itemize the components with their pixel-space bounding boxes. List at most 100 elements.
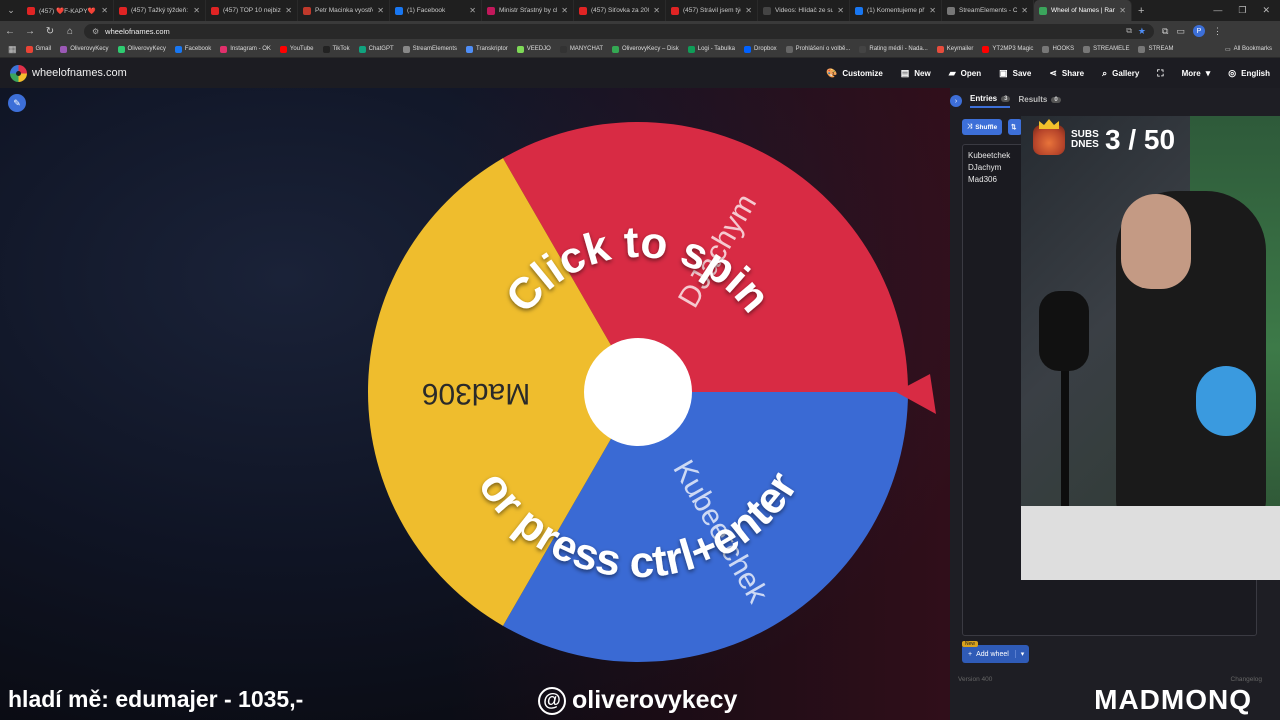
menu-item-fullscreen[interactable]: ⛶ <box>1157 68 1163 79</box>
translate-icon[interactable]: ⧉ <box>1126 26 1132 36</box>
bookmark-item[interactable]: OliverovyKecy <box>117 45 166 53</box>
browser-menu-icon[interactable]: ⋮ <box>1213 26 1222 37</box>
menu-item-more[interactable]: More ▾ <box>1182 68 1211 79</box>
tab-close-icon[interactable]: ✕ <box>837 6 844 15</box>
tab-close-icon[interactable]: ✕ <box>1021 6 1028 15</box>
edit-pencil-button[interactable]: ✎ <box>8 94 26 112</box>
bookmark-favicon <box>220 45 228 53</box>
bookmark-item[interactable]: MANYCHAT <box>559 45 603 53</box>
bookmark-label: HOOKS <box>1052 46 1075 52</box>
browser-tab[interactable]: StreamElements - Cust✕ <box>942 0 1034 21</box>
bookmark-item[interactable]: VEEDJO <box>516 45 551 53</box>
sidebar-icon[interactable]: ▭ <box>1176 26 1185 37</box>
site-title[interactable]: wheelofnames.com <box>32 67 127 79</box>
bookmark-item[interactable]: OliverovyKecy <box>60 45 109 53</box>
tab-favicon <box>487 6 495 15</box>
browser-tab[interactable]: (457) TOP 10 nejbizarn ✕ <box>206 0 298 21</box>
chevron-down-icon[interactable]: ▾ <box>1014 650 1030 658</box>
bookmark-item[interactable]: YT2MP3 Magic <box>982 45 1033 53</box>
close-window-icon[interactable]: ✕ <box>1262 5 1270 16</box>
browser-tab-strip: ⌄ (457) ❤️F-KAPY❤️✕(457) Ťažký týždeň: G… <box>0 0 1280 21</box>
reload-icon[interactable]: ↻ <box>44 26 56 37</box>
bookmark-item[interactable]: StreamElements <box>402 45 457 53</box>
tab-favicon <box>1039 6 1047 15</box>
add-wheel-label: Add wheel <box>976 650 1009 658</box>
tab-search-icon[interactable]: ⌄ <box>0 0 22 21</box>
browser-tab[interactable]: (457) Šiťovka za 200€ ✕ <box>574 0 666 21</box>
bookmark-item[interactable]: ChatGPT <box>358 45 394 53</box>
tab-close-icon[interactable]: ✕ <box>101 6 108 15</box>
add-wheel-button[interactable]: + Add wheel ▾ <box>962 645 1030 663</box>
collapse-panel-icon[interactable]: › <box>950 95 962 107</box>
site-info-icon[interactable]: ⚙ <box>92 27 99 36</box>
new-tab-button[interactable]: + <box>1132 5 1150 17</box>
forward-icon[interactable]: → <box>24 26 36 37</box>
new-file-icon: ▤ <box>900 67 910 78</box>
browser-tab[interactable]: (1) Facebook ✕ <box>390 0 482 21</box>
tab-close-icon[interactable]: ✕ <box>469 6 476 15</box>
browser-tab[interactable]: Petr Macinka vyostřen ✕ <box>298 0 390 21</box>
browser-tab[interactable]: (457) Ťažký týždeň: Gu ✕ <box>114 0 206 21</box>
tab-close-icon[interactable]: ✕ <box>285 6 292 15</box>
browser-tab[interactable]: Videos: Hlídač ze super ✕ <box>758 0 850 21</box>
bookmark-item[interactable]: Keymailer <box>936 45 973 53</box>
browser-tab[interactable]: Wheel of Names | Ran ✕ <box>1034 0 1132 21</box>
wheel-center-hub[interactable] <box>584 338 692 446</box>
bookmark-item[interactable]: YouTube <box>279 45 314 53</box>
bookmark-item[interactable]: Prohlášení o volbě... <box>785 45 851 53</box>
sort-button[interactable]: ⇅ <box>1008 119 1022 135</box>
bookmark-item[interactable]: OliverovyKecy – Disk <box>612 45 679 53</box>
minimize-icon[interactable]: — <box>1213 5 1222 16</box>
bookmark-label: TikTok <box>332 46 350 52</box>
bookmark-item[interactable]: Gmail <box>25 45 51 53</box>
browser-tab[interactable]: (1) Komentujeme příšo ✕ <box>850 0 942 21</box>
tab-close-icon[interactable]: ✕ <box>377 6 384 15</box>
browser-tab[interactable]: (457) ❤️F-KAPY❤️ ✕ <box>22 0 114 21</box>
tab-results[interactable]: Results 0 <box>1018 95 1061 107</box>
bookmark-item[interactable]: Dropbox <box>743 45 777 53</box>
menu-item-share[interactable]: ⋖ Share <box>1049 68 1084 79</box>
tab-close-icon[interactable]: ✕ <box>193 6 200 15</box>
menu-item-open[interactable]: ▰ Open <box>949 68 981 79</box>
tab-entries[interactable]: Entries 3 <box>970 94 1011 108</box>
bookmark-item[interactable]: Instagram - OK <box>220 45 271 53</box>
menu-item-save[interactable]: ▣ Save <box>999 68 1031 79</box>
tab-close-icon[interactable]: ✕ <box>653 6 660 15</box>
bookmark-label: Prohlášení o volbě... <box>795 46 851 52</box>
browser-tab[interactable]: Ministr Šťastný by chtě ✕ <box>482 0 574 21</box>
bookmark-item[interactable]: STREAM <box>1138 45 1173 53</box>
maximize-icon[interactable]: ❐ <box>1238 5 1246 16</box>
bookmark-favicon <box>174 45 182 53</box>
bookmark-item[interactable]: Transkriptor <box>466 45 508 53</box>
apps-grid-icon[interactable]: ▦ <box>8 44 17 55</box>
bookmark-star-icon[interactable]: ★ <box>1138 26 1146 37</box>
bookmark-item[interactable]: HOOKS <box>1042 45 1075 53</box>
menu-item-gallery[interactable]: ⌕ Gallery <box>1102 68 1139 79</box>
bookmark-item[interactable]: Rating médií - Nada... <box>859 45 928 53</box>
tab-title: (457) Strávil jsem týde <box>683 7 742 14</box>
menu-item-english[interactable]: ◎ English <box>1228 68 1270 79</box>
all-bookmarks-button[interactable]: ▭ All Bookmarks <box>1225 46 1272 53</box>
home-icon[interactable]: ⌂ <box>64 26 76 37</box>
tab-favicon <box>855 6 863 15</box>
bookmark-item[interactable]: TikTok <box>322 45 350 53</box>
menu-item-new[interactable]: ▤ New <box>901 68 931 79</box>
add-wheel-main[interactable]: + Add wheel <box>962 651 1015 658</box>
wheel-logo-icon[interactable] <box>10 64 27 82</box>
tab-close-icon[interactable]: ✕ <box>1119 6 1126 15</box>
globe-icon: ◎ <box>1228 67 1237 78</box>
extensions-icon[interactable]: ⧉ <box>1162 26 1168 37</box>
address-bar[interactable]: ⚙ wheelofnames.com ⧉ ★ <box>84 23 1154 39</box>
wheel-canvas[interactable]: DJachymKubeetchekMad306Click to spinor p… <box>0 88 950 720</box>
menu-item-customize[interactable]: 🎨 Customize <box>826 68 883 79</box>
bookmark-item[interactable]: Logi - Tabulka <box>687 45 735 53</box>
browser-tab[interactable]: (457) Strávil jsem týde ✕ <box>666 0 758 21</box>
tab-close-icon[interactable]: ✕ <box>561 6 568 15</box>
back-icon[interactable]: ← <box>4 26 16 37</box>
profile-avatar[interactable]: P <box>1192 25 1205 37</box>
bookmark-item[interactable]: STREAMELE <box>1083 45 1129 53</box>
tab-close-icon[interactable]: ✕ <box>745 6 752 15</box>
shuffle-button[interactable]: ⤨ Shuffle <box>962 119 1003 135</box>
bookmark-item[interactable]: Facebook <box>174 45 211 53</box>
tab-close-icon[interactable]: ✕ <box>929 6 936 15</box>
